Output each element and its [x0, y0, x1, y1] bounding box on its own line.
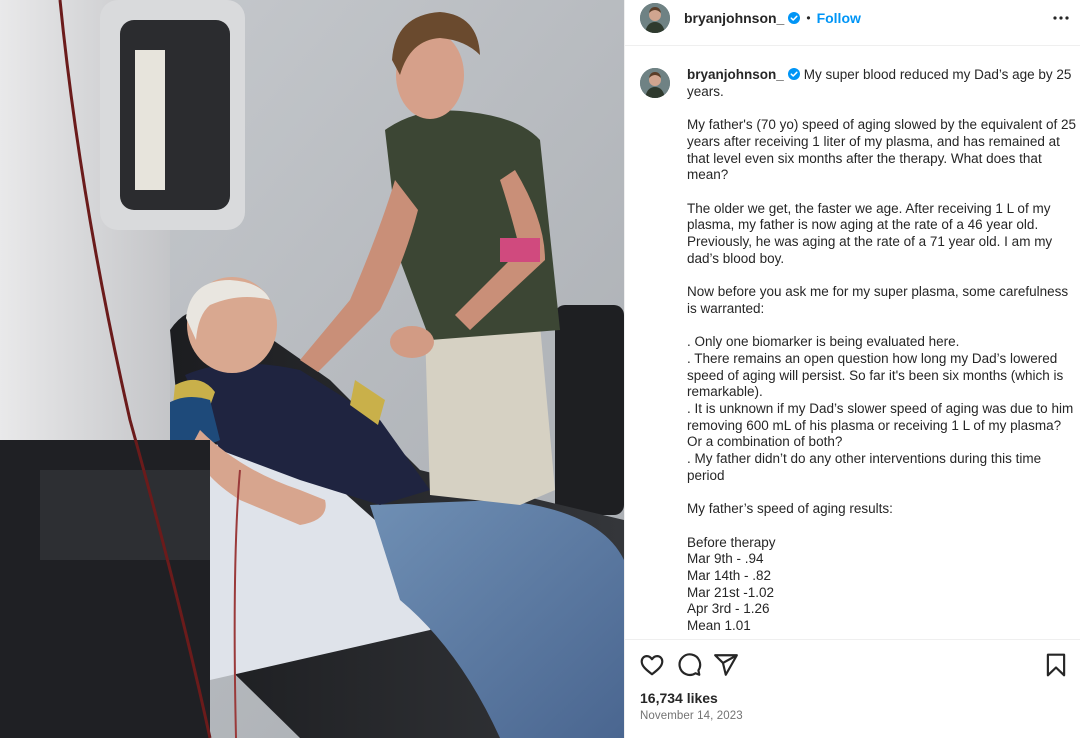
actions-divider: [625, 639, 1080, 640]
post-side-panel: bryanjohnson_ • Follow bryanjohnson_ My …: [624, 0, 1080, 738]
comment-bubble-icon[interactable]: [676, 652, 702, 678]
results-line: Mar 9th - .94: [687, 551, 764, 567]
avatar[interactable]: [640, 3, 670, 33]
results-line: Mar 14th - .82: [687, 568, 772, 583]
caption-avatar[interactable]: [640, 68, 670, 98]
results-line: Before therapy: [687, 534, 776, 550]
results-heading: My father’s speed of aging results:: [687, 501, 893, 517]
likes-count[interactable]: 16,734 likes: [640, 690, 718, 706]
caption-paragraph: The older we get, the faster we age. Aft…: [687, 200, 1053, 266]
avatar-image: [640, 3, 670, 33]
caption-paragraph: Now before you ask me for my super plasm…: [687, 284, 1069, 316]
caption-headline-line: bryanjohnson_ My super blood reduced my D…: [687, 67, 1079, 100]
results-line: Mean 1.01: [687, 618, 751, 634]
caption-paragraph: My father's (70 yo) speed of aging slowe…: [687, 117, 1077, 183]
post-photo[interactable]: [0, 0, 624, 738]
caption-bullet: . It is unknown if my Dad’s slower speed…: [687, 401, 1074, 450]
post-caption: bryanjohnson_ My super blood reduced my D…: [687, 67, 1079, 635]
caption-bullet: . There remains an open question how lon…: [687, 350, 1064, 400]
avatar-image: [640, 68, 670, 98]
separator-dot: •: [806, 11, 811, 25]
heart-icon[interactable]: [639, 652, 665, 678]
username-link[interactable]: bryanjohnson_: [684, 10, 784, 26]
follow-button[interactable]: Follow: [817, 10, 861, 26]
instagram-post: bryanjohnson_ • Follow bryanjohnson_ My …: [0, 0, 1080, 738]
caption-bullet: . My father didn’t do any other interven…: [687, 451, 1042, 483]
paper-plane-icon[interactable]: [713, 652, 739, 678]
results-line: Mar 21st -1.02: [687, 584, 775, 600]
caption-bullet: . Only one biomarker is being evaluated …: [687, 334, 960, 350]
caption-username-link[interactable]: bryanjohnson_: [687, 67, 784, 82]
verified-badge-icon: [787, 68, 800, 80]
post-photo-illustration: [0, 0, 624, 738]
verified-badge-icon: [788, 12, 801, 24]
caption-scroll-area[interactable]: bryanjohnson_ My super blood reduced my D…: [625, 46, 1080, 639]
results-line: Apr 3rd - 1.26: [687, 601, 770, 617]
bookmark-icon[interactable]: [1043, 652, 1069, 678]
post-date[interactable]: November 14, 2023: [640, 710, 743, 722]
post-header: bryanjohnson_ • Follow: [625, 0, 1080, 36]
more-options-icon[interactable]: [1049, 6, 1073, 30]
action-bar: [625, 648, 1080, 682]
